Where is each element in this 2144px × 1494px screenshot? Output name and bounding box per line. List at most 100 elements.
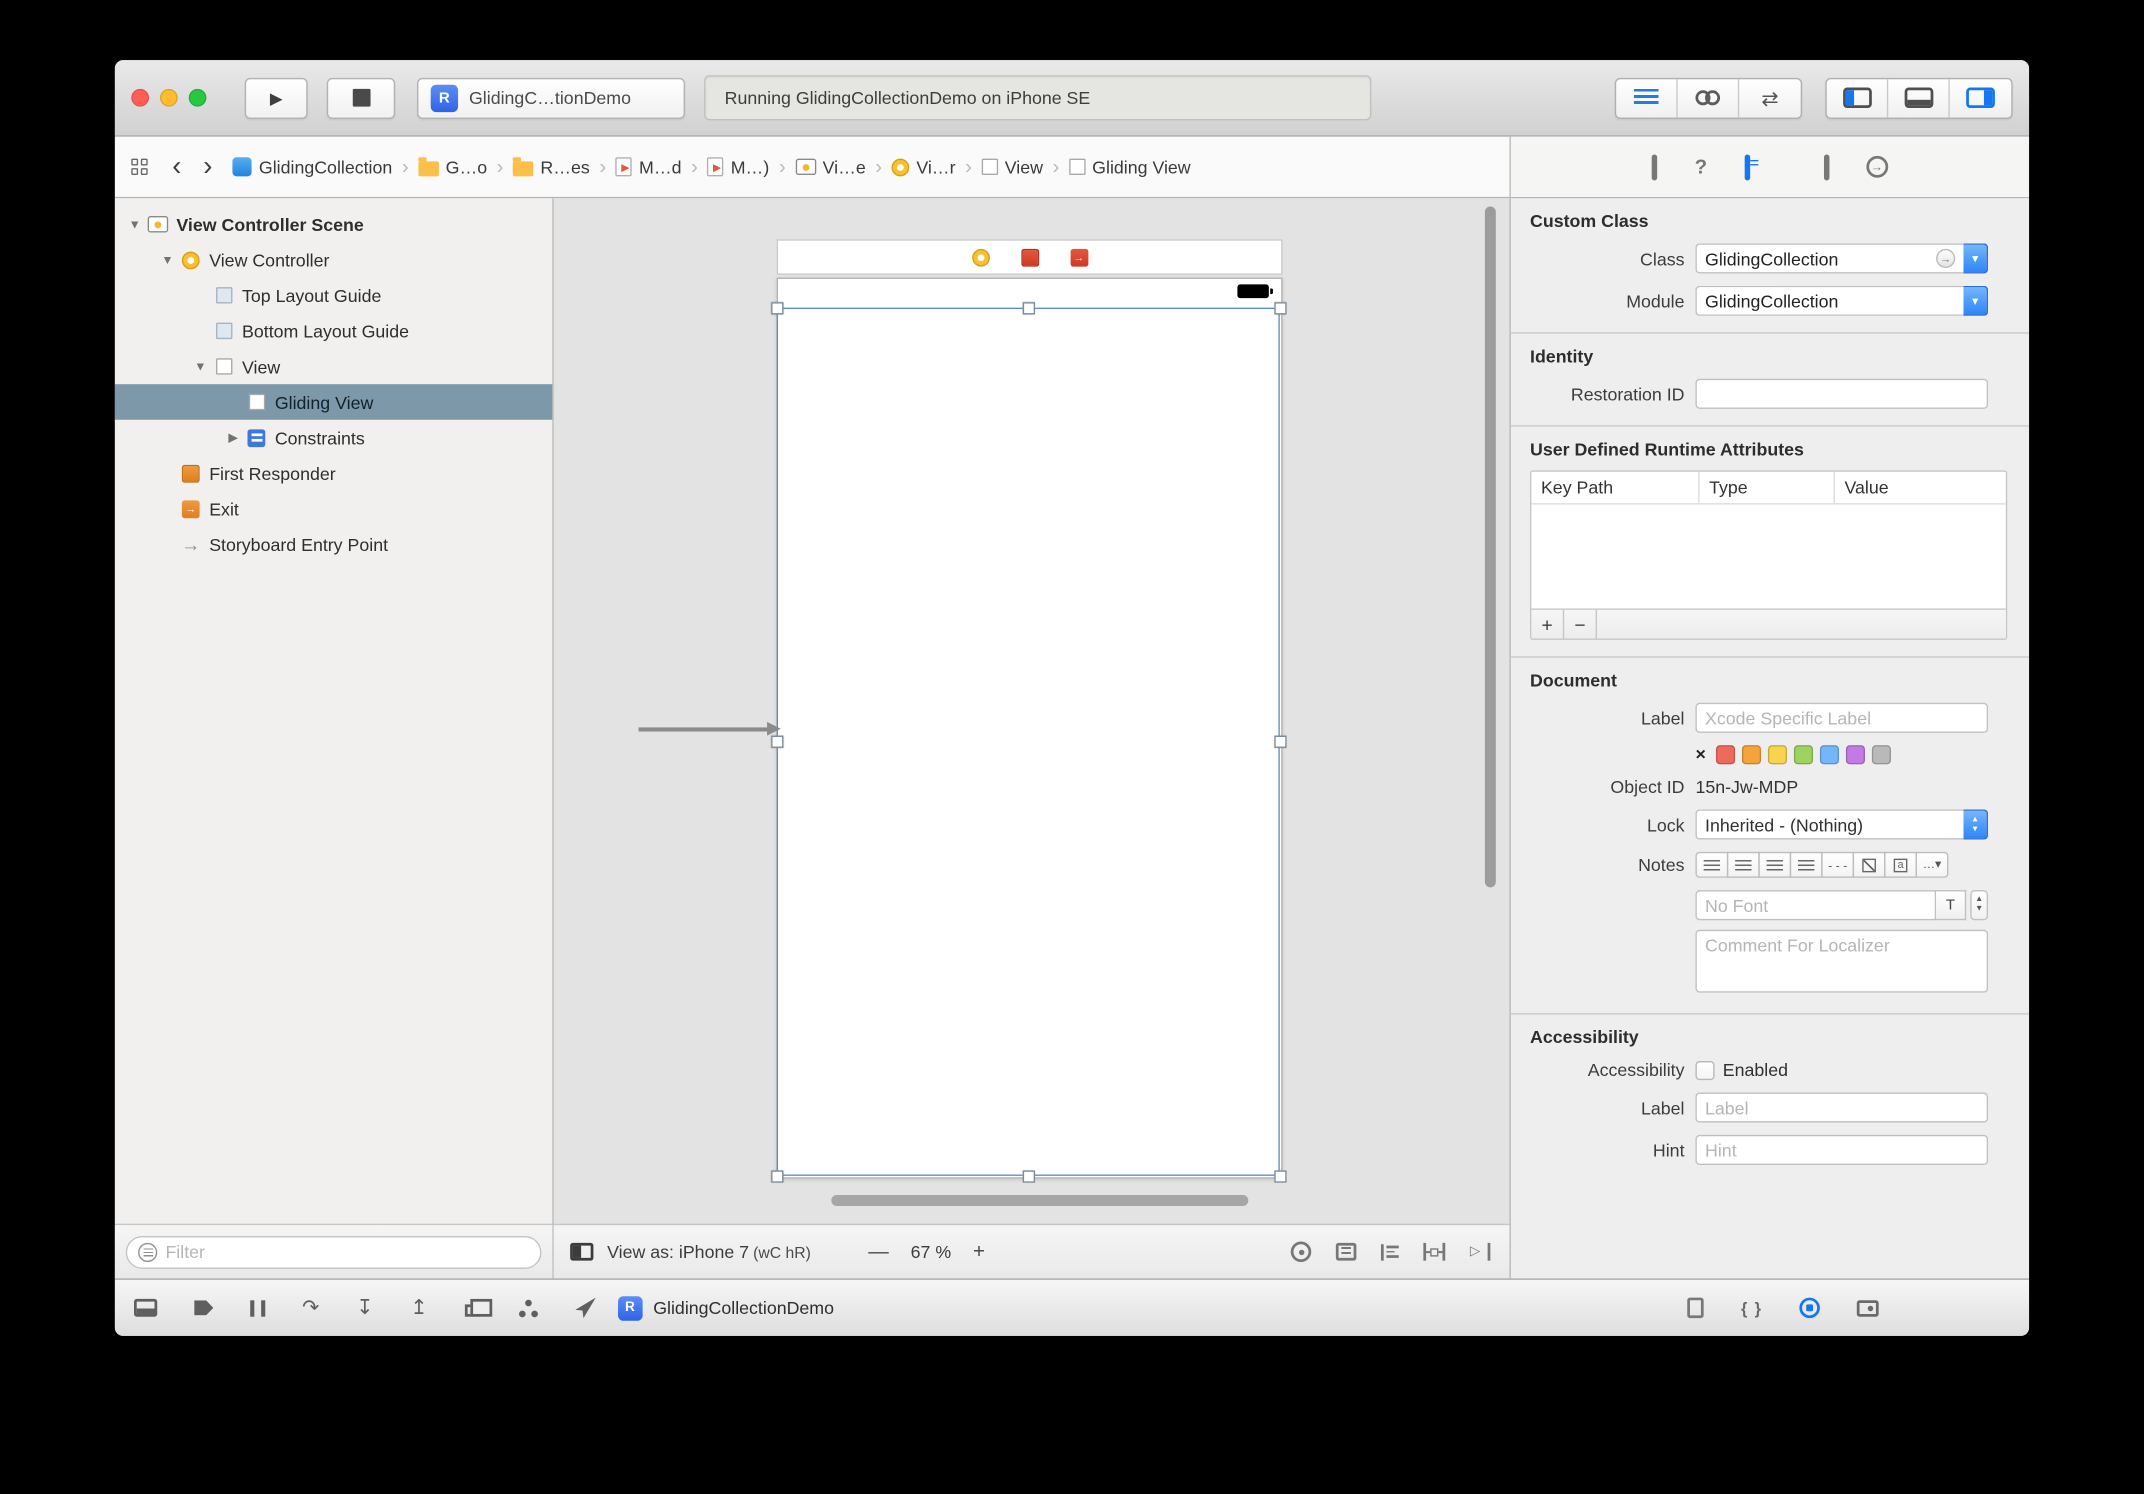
outline-row-view-controller[interactable]: ▼ View Controller	[115, 242, 553, 278]
outline-row-view[interactable]: ▼ View	[115, 349, 553, 385]
view-hierarchy-debugger-icon[interactable]	[464, 1298, 492, 1317]
toggle-navigator-button[interactable]	[1827, 78, 1889, 117]
stop-button[interactable]	[326, 77, 396, 119]
no-style-button[interactable]	[1852, 851, 1886, 878]
close-button[interactable]	[131, 88, 150, 107]
breadcrumb-view[interactable]: View	[981, 157, 1043, 177]
outline-row-bottom-layout-guide[interactable]: Bottom Layout Guide	[115, 313, 553, 349]
hide-debug-area-icon[interactable]	[133, 1298, 158, 1317]
class-dropdown-icon[interactable]: ▾	[1963, 243, 1989, 274]
lock-popup[interactable]: Inherited - (Nothing) ▴ ▾	[1695, 809, 1989, 840]
device-configuration-icon[interactable]	[570, 1242, 594, 1261]
more-styles-button[interactable]: …▾	[1915, 851, 1949, 878]
breadcrumb-storyboard[interactable]: M…d	[615, 157, 682, 177]
dashes-button[interactable]: - - -	[1821, 851, 1855, 878]
embed-in-stack-icon[interactable]	[1335, 1242, 1357, 1261]
exit-icon[interactable]: →	[1069, 248, 1088, 266]
breadcrumb-scene[interactable]: Vi…e	[795, 157, 866, 177]
memory-graph-icon[interactable]	[517, 1298, 539, 1318]
scene-dock[interactable]: →	[776, 239, 1283, 275]
minimize-button[interactable]	[159, 88, 178, 107]
table-body[interactable]	[1531, 505, 2005, 609]
code-snippet-library-icon[interactable]: { }	[1741, 1298, 1762, 1317]
disclosure-triangle-icon[interactable]: ▶	[222, 430, 245, 445]
object-library-icon[interactable]	[1799, 1297, 1820, 1319]
breadcrumb-gliding-view[interactable]: Gliding View	[1068, 157, 1191, 177]
document-label-input[interactable]	[1705, 707, 1979, 729]
font-picker-button[interactable]: T	[1936, 890, 1967, 921]
outline-row-top-layout-guide[interactable]: Top Layout Guide	[115, 278, 553, 314]
remove-attribute-button[interactable]: −	[1564, 609, 1598, 639]
canvas-horizontal-scrollbar[interactable]	[831, 1195, 1249, 1206]
text-style-button[interactable]: a	[1884, 851, 1917, 878]
breadcrumb-view-controller[interactable]: Vi…r	[891, 157, 956, 177]
standard-editor-button[interactable]	[1616, 78, 1678, 117]
add-attribute-button[interactable]: +	[1531, 609, 1565, 639]
toggle-debug-area-button[interactable]	[1888, 78, 1950, 117]
back-button[interactable]: ‹	[161, 153, 192, 180]
a11y-hint-input[interactable]	[1705, 1139, 1979, 1161]
breadcrumb-project[interactable]: GlidingCollection	[232, 157, 392, 177]
accessibility-enabled-checkbox[interactable]	[1695, 1060, 1715, 1080]
align-center-button[interactable]	[1726, 851, 1760, 878]
color-swatch-purple[interactable]	[1845, 744, 1865, 764]
view-as-button[interactable]: View as: iPhone 7 (wC hR)	[607, 1242, 811, 1263]
version-editor-button[interactable]: ⇄	[1739, 79, 1801, 117]
pin-icon[interactable]	[1423, 1242, 1446, 1261]
font-input[interactable]	[1705, 894, 1927, 916]
resize-handle-bottom-right[interactable]	[1274, 1170, 1287, 1183]
color-swatch-blue[interactable]	[1819, 744, 1839, 764]
filter-input[interactable]	[165, 1241, 530, 1263]
selected-gliding-view[interactable]	[776, 307, 1280, 1176]
resize-handle-top-center[interactable]	[1022, 302, 1036, 315]
filter-field[interactable]	[125, 1235, 542, 1269]
tab-file-inspector[interactable]	[1652, 153, 1658, 180]
file-template-library-icon[interactable]	[1687, 1297, 1705, 1319]
outline-row-exit[interactable]: → Exit	[115, 491, 553, 527]
color-swatch-orange[interactable]	[1741, 744, 1761, 764]
first-responder-icon[interactable]	[1020, 248, 1039, 266]
restoration-id-input[interactable]	[1705, 383, 1979, 405]
module-input[interactable]	[1705, 290, 1956, 312]
outline-row-constraints[interactable]: ▶ Constraints	[115, 420, 553, 456]
resize-handle-top-left[interactable]	[771, 302, 784, 315]
disclosure-triangle-icon[interactable]: ▼	[156, 253, 179, 267]
breadcrumb-storyboard-base[interactable]: M…)	[707, 157, 769, 177]
resolve-auto-layout-icon[interactable]: ▷	[1470, 1242, 1491, 1261]
fullscreen-button[interactable]	[188, 88, 207, 107]
step-out-icon[interactable]: ↥	[410, 1298, 427, 1319]
resize-handle-bottom-left[interactable]	[771, 1170, 784, 1183]
run-button[interactable]: ▶	[244, 77, 308, 119]
outline-row-first-responder[interactable]: First Responder	[115, 455, 553, 491]
tab-identity-inspector[interactable]	[1744, 153, 1750, 180]
debug-process[interactable]: R GlidingCollectionDemo	[617, 1295, 834, 1321]
a11y-label-input[interactable]	[1705, 1097, 1979, 1118]
storyboard-entry-point-arrow[interactable]	[638, 722, 781, 734]
related-items-icon[interactable]	[131, 158, 148, 176]
color-swatch-red[interactable]	[1715, 744, 1735, 764]
canvas-area[interactable]: →	[554, 198, 1510, 1223]
toggle-inspector-button[interactable]	[1950, 79, 2012, 117]
color-swatch-gray[interactable]	[1871, 744, 1891, 764]
media-library-icon[interactable]	[1856, 1299, 1879, 1317]
update-frames-icon[interactable]	[1290, 1241, 1312, 1263]
forward-button[interactable]: ›	[192, 153, 223, 180]
resize-handle-middle-left[interactable]	[771, 735, 784, 748]
breakpoints-icon[interactable]	[194, 1300, 214, 1316]
class-input[interactable]	[1705, 248, 1931, 269]
disclosure-triangle-icon[interactable]: ▼	[123, 217, 146, 231]
tab-size-inspector[interactable]	[1823, 153, 1829, 180]
zoom-out-button[interactable]: —	[860, 1240, 897, 1263]
no-color-icon[interactable]: ×	[1695, 744, 1705, 765]
step-into-icon[interactable]: ↧	[356, 1298, 373, 1319]
outline-row-view-controller-scene[interactable]: ▼ View Controller Scene	[115, 206, 553, 242]
zoom-level[interactable]: 67 %	[911, 1242, 952, 1263]
zoom-in-button[interactable]: +	[965, 1240, 993, 1263]
align-icon[interactable]	[1380, 1243, 1399, 1260]
outline-row-gliding-view[interactable]: Gliding View	[114, 384, 553, 420]
tab-connections-inspector[interactable]: →	[1865, 155, 1888, 178]
pause-icon[interactable]	[250, 1299, 266, 1317]
color-swatch-yellow[interactable]	[1767, 744, 1787, 764]
simulate-location-icon[interactable]	[575, 1297, 596, 1319]
resize-handle-top-right[interactable]	[1274, 302, 1287, 315]
